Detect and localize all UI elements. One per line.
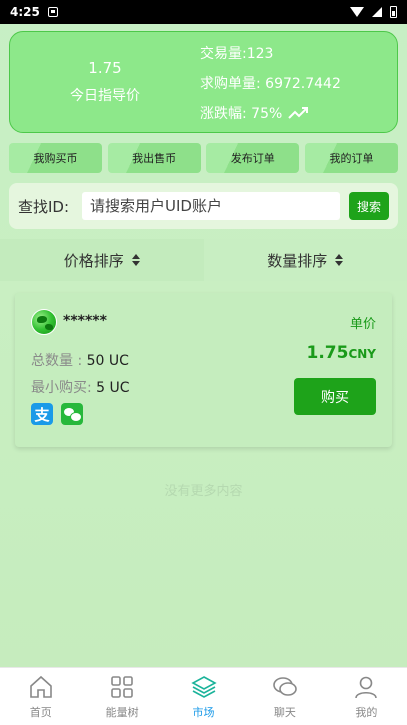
home-icon <box>28 674 54 700</box>
my-orders-button[interactable]: 我的订单 <box>304 143 398 173</box>
min-purchase-row: 最小购买: 5 UC <box>31 377 130 397</box>
sort-by-quantity[interactable]: 数量排序 <box>203 239 407 281</box>
sort-by-quantity-label: 数量排序 <box>267 251 328 270</box>
nav-home[interactable]: 首页 <box>0 668 81 725</box>
search-label: 查找ID: <box>18 197 70 216</box>
sort-by-price[interactable]: 价格排序 <box>0 239 204 281</box>
post-order-button[interactable]: 发布订单 <box>206 143 300 173</box>
alipay-icon: 支 <box>31 403 53 425</box>
nav-energy-tree[interactable]: 能量树 <box>81 668 162 725</box>
status-icons <box>350 6 397 18</box>
search-button[interactable]: 搜索 <box>349 192 389 220</box>
unit-price-value: 1.75 <box>306 343 349 363</box>
sort-bar: 价格排序 数量排序 <box>0 239 407 281</box>
payment-methods: 支 <box>31 403 83 425</box>
market-stats: 交易量:123 求购单量: 6972.7442 涨跌幅: 75% <box>200 32 341 132</box>
layers-icon <box>190 674 217 700</box>
price-change-row: 涨跌幅: 75% <box>200 103 341 123</box>
nav-home-label: 首页 <box>29 705 52 719</box>
unit-price-label: 单价 <box>349 317 376 332</box>
trending-up-icon <box>288 107 309 119</box>
nav-market[interactable]: 市场 <box>163 668 244 725</box>
min-purchase-value: 5 UC <box>96 380 130 396</box>
guide-price-block: 1.75 今日指导价 <box>10 32 200 132</box>
signal-icon <box>372 7 382 17</box>
globe-avatar-icon <box>31 309 57 335</box>
my-sell-button[interactable]: 我出售币 <box>107 143 201 173</box>
grid-icon <box>109 674 135 700</box>
notification-icon <box>47 7 58 17</box>
search-bar: 查找ID: 搜索 <box>9 183 398 229</box>
total-quantity-value: 50 UC <box>86 353 129 369</box>
status-time: 4:25 <box>10 5 40 19</box>
no-more-content: 没有更多内容 <box>164 484 243 499</box>
user-icon <box>353 674 379 700</box>
nav-energy-tree-label: 能量树 <box>105 705 139 719</box>
status-bar: 4:25 <box>0 0 407 24</box>
action-tabs: 我购买币 我出售币 发布订单 我的订单 <box>9 143 398 173</box>
unit-price: 1.75CNY <box>307 343 377 363</box>
nav-chat[interactable]: 聊天 <box>244 668 325 725</box>
buy-button[interactable]: 购买 <box>294 378 376 415</box>
sort-caret-icon <box>131 254 140 266</box>
chat-icon <box>272 674 298 700</box>
price-change: 涨跌幅: 75% <box>200 106 283 122</box>
bottom-nav: 首页 能量树 市场 聊天 我的 <box>0 667 407 725</box>
unit-price-currency: CNY <box>348 347 376 361</box>
wifi-icon <box>350 7 364 17</box>
wechat-icon <box>61 403 83 425</box>
total-quantity-label: 总数量 : <box>31 353 87 369</box>
buy-order-quantity: 求购单量: 6972.7442 <box>200 76 341 92</box>
guide-price-value: 1.75 <box>88 59 122 77</box>
sort-caret-icon <box>335 254 344 266</box>
total-quantity-row: 总数量 : 50 UC <box>31 350 129 370</box>
order-card: ****** 总数量 : 50 UC 最小购买: 5 UC 支 单价 1.75C… <box>15 293 392 447</box>
sort-by-price-label: 价格排序 <box>63 251 124 270</box>
battery-icon <box>390 6 397 18</box>
nav-profile[interactable]: 我的 <box>326 668 407 725</box>
my-buy-button[interactable]: 我购买币 <box>9 143 102 173</box>
nav-profile-label: 我的 <box>355 705 378 719</box>
search-input[interactable] <box>82 192 340 220</box>
market-summary-card: 1.75 今日指导价 交易量:123 求购单量: 6972.7442 涨跌幅: … <box>9 31 398 133</box>
nav-market-label: 市场 <box>192 705 215 719</box>
min-purchase-label: 最小购买: <box>31 380 97 396</box>
trade-volume: 交易量:123 <box>200 46 274 62</box>
order-user: ****** <box>63 313 107 329</box>
nav-chat-label: 聊天 <box>273 705 296 719</box>
guide-price-label: 今日指导价 <box>70 88 140 104</box>
